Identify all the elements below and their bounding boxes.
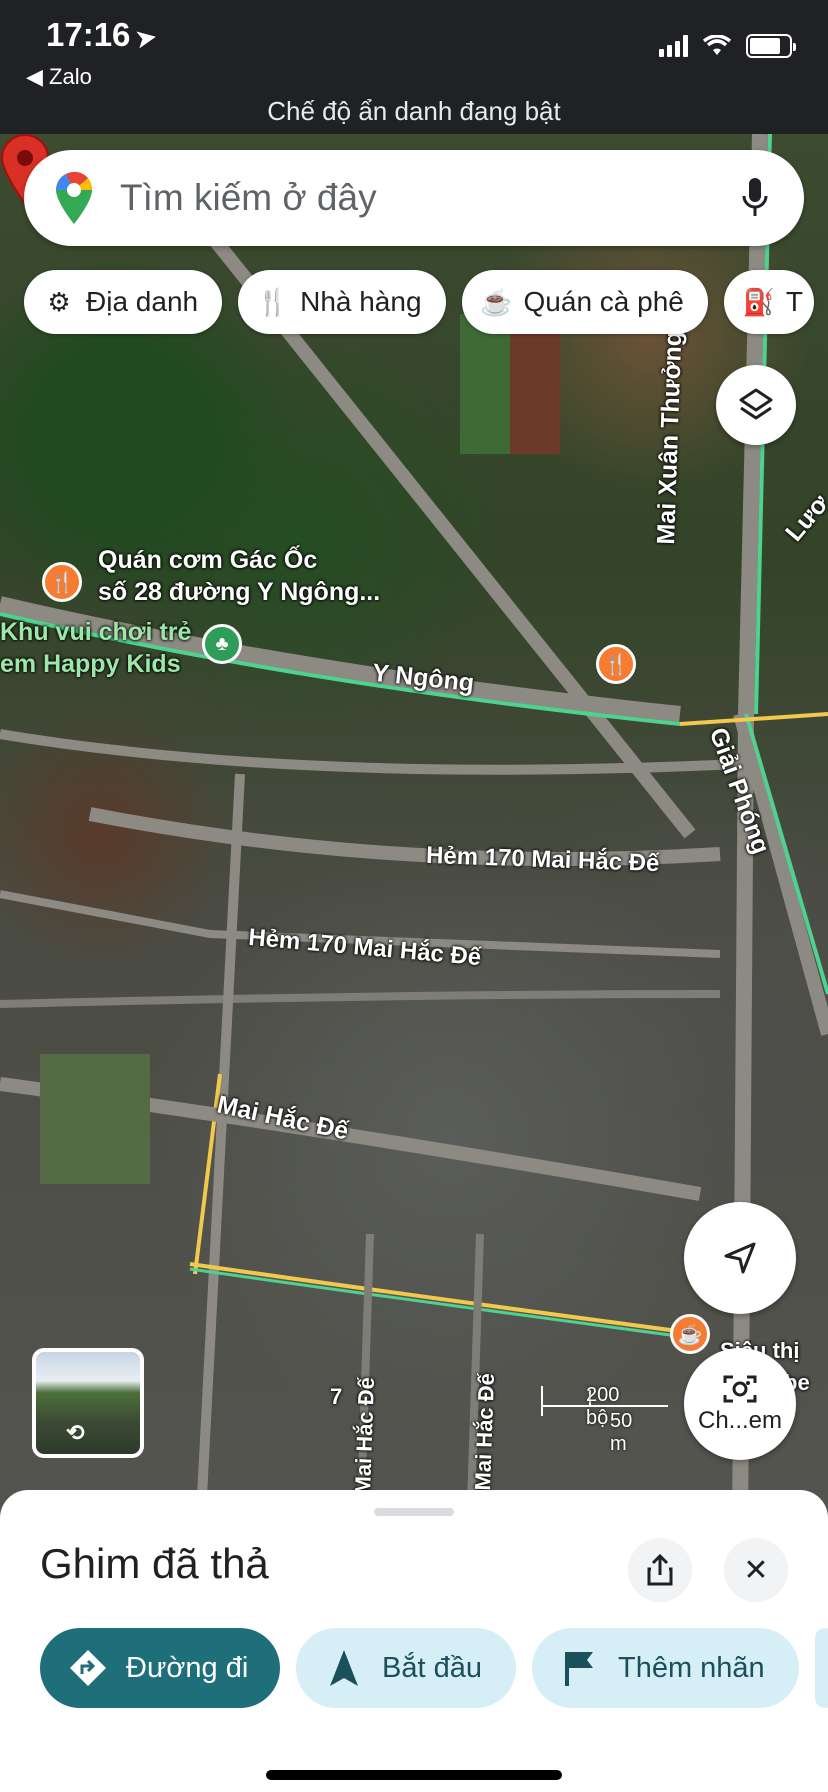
- lens-label: Ch...em: [697, 1407, 783, 1434]
- road-label-partial-7: 7: [330, 1384, 343, 1409]
- coffee-icon: ☕: [480, 286, 513, 317]
- road-label-mai-hac-de-vertical-2: Mai Hắc Đế: [470, 1372, 500, 1491]
- poi-label-quan-com-sub[interactable]: số 28 đường Y Ngông...: [98, 578, 380, 607]
- microphone-icon[interactable]: [740, 176, 770, 220]
- status-bar: 17:16 ➤ ◀ Zalo Chế độ ẩn danh đang bật: [0, 0, 828, 134]
- add-label-button[interactable]: Thêm nhãn: [531, 1628, 799, 1708]
- poi-label-happy-kids[interactable]: Khu vui chơi trẻ: [0, 618, 191, 647]
- action-buttons: Đường đi Bắt đầu Thêm nhãn: [40, 1628, 828, 1708]
- share-button[interactable]: [628, 1538, 692, 1602]
- back-to-app-link[interactable]: ◀ Zalo: [26, 64, 92, 90]
- layers-icon: [739, 388, 773, 420]
- lens-button[interactable]: Ch...em: [684, 1348, 796, 1460]
- category-chips: ⚙ Địa danh 🍴 Nhà hàng ☕ Quán cà phê ⛽ T: [24, 270, 814, 334]
- share-icon: [647, 1553, 673, 1586]
- status-icons: [659, 34, 796, 58]
- rotate-360-icon: ⟲: [66, 1420, 85, 1445]
- directions-button[interactable]: Đường đi: [40, 1628, 280, 1708]
- directions-icon: [68, 1648, 108, 1688]
- landmark-icon: ⚙: [47, 286, 71, 317]
- search-bar[interactable]: Tìm kiếm ở đây: [24, 150, 804, 246]
- chip-coffee[interactable]: ☕ Quán cà phê: [461, 270, 708, 334]
- navigation-arrow-icon: [324, 1648, 364, 1688]
- poi-label-happy-kids-sub[interactable]: em Happy Kids: [0, 650, 181, 679]
- map-canvas[interactable]: 🍴 Quán cơm Gác Ốc số 28 đường Y Ngông...…: [0, 134, 828, 1534]
- place-bottom-sheet: Ghim đã thả ✕ Đường đi Bắt đầu Thêm nhãn: [0, 1490, 828, 1792]
- my-location-button[interactable]: [684, 1202, 796, 1314]
- chip-fuel[interactable]: ⛽ T: [723, 270, 814, 334]
- google-maps-logo-icon: [56, 171, 93, 224]
- sheet-drag-handle[interactable]: [374, 1508, 454, 1516]
- home-indicator: [266, 1770, 562, 1780]
- chip-landmarks[interactable]: ⚙ Địa danh: [24, 270, 223, 334]
- restaurant-icon: 🍴: [256, 286, 290, 317]
- search-input[interactable]: Tìm kiếm ở đây: [120, 177, 740, 219]
- battery-icon: [746, 34, 796, 58]
- start-button[interactable]: Bắt đầu: [296, 1628, 516, 1708]
- restaurant-poi-icon[interactable]: 🍴: [42, 562, 82, 602]
- more-actions-partial[interactable]: [814, 1628, 828, 1708]
- flag-icon: [560, 1648, 600, 1688]
- fuel-icon: ⛽: [742, 286, 776, 317]
- poi-label-quan-com[interactable]: Quán cơm Gác Ốc: [98, 546, 317, 575]
- navigation-arrow-icon: [724, 1242, 756, 1274]
- sheet-title: Ghim đã thả: [40, 1540, 269, 1587]
- coffee-poi-icon[interactable]: ☕: [670, 1314, 710, 1354]
- park-poi-icon[interactable]: ♣: [202, 624, 242, 664]
- clock: 17:16 ➤: [46, 16, 159, 54]
- signal-icon: [659, 35, 688, 57]
- close-icon: ✕: [743, 1553, 769, 1587]
- location-arrow-icon: ➤: [134, 23, 159, 54]
- incognito-banner[interactable]: Chế độ ẩn danh đang bật: [0, 96, 828, 127]
- close-button[interactable]: ✕: [724, 1538, 788, 1602]
- wifi-icon: [702, 35, 732, 55]
- chip-restaurants[interactable]: 🍴 Nhà hàng: [238, 270, 446, 334]
- scale-meters: 50 m: [610, 1410, 633, 1455]
- street-view-thumbnail[interactable]: ⟲: [32, 1348, 144, 1458]
- restaurant-poi-icon[interactable]: 🍴: [596, 644, 636, 684]
- camera-lens-icon: [723, 1375, 757, 1403]
- road-label-mai-hac-de-vertical-1: Mai Hắc Đế: [350, 1376, 380, 1495]
- layers-button[interactable]: [716, 365, 796, 445]
